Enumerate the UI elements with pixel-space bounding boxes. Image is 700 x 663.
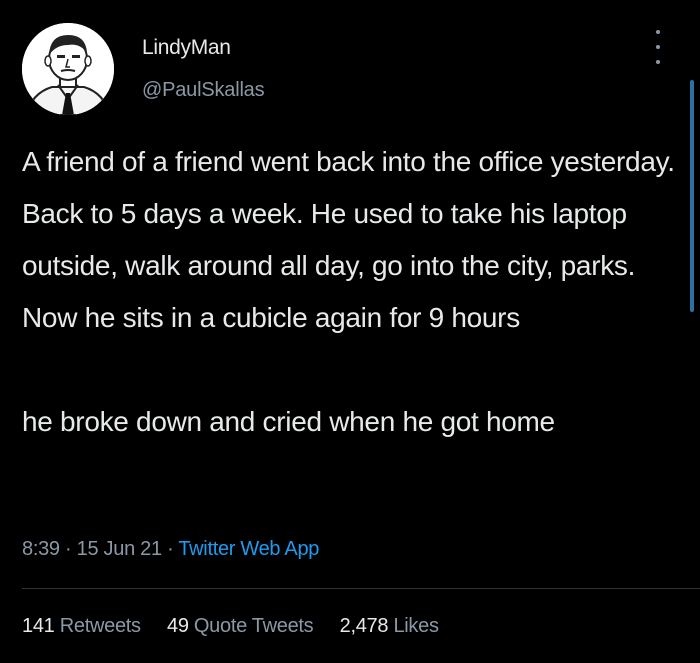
- divider: [22, 588, 700, 589]
- author-display-name[interactable]: LindyMan: [142, 36, 231, 60]
- retweets-stat[interactable]: 141 Retweets: [22, 615, 141, 638]
- tweet-text: A friend of a friend went back into the …: [22, 136, 682, 448]
- quote-tweets-count: 49: [167, 615, 189, 637]
- quote-tweets-stat[interactable]: 49 Quote Tweets: [167, 615, 314, 638]
- tweet-metadata: 8:39 · 15 Jun 21 · Twitter Web App: [22, 538, 319, 561]
- more-horizontal-icon: [656, 30, 660, 34]
- author-handle[interactable]: @PaulSkallas: [142, 79, 265, 102]
- retweets-label: Retweets: [59, 615, 141, 637]
- quote-tweets-label: Quote Tweets: [193, 615, 314, 637]
- scrollbar-thumb[interactable]: [690, 80, 694, 312]
- meta-separator: ·: [167, 538, 174, 560]
- likes-stat[interactable]: 2,478 Likes: [340, 615, 439, 638]
- likes-count: 2,478: [339, 615, 389, 637]
- retweets-count: 141: [22, 615, 55, 637]
- tweet-stats: 141 Retweets 49 Quote Tweets 2,478 Likes: [22, 615, 460, 638]
- tweet-time[interactable]: 8:39: [22, 538, 60, 560]
- tweet-paragraph: he broke down and cried when he got home: [22, 406, 555, 437]
- meta-separator: ·: [65, 538, 72, 560]
- more-options-button[interactable]: [648, 30, 668, 64]
- cartoon-man-avatar-icon: [22, 23, 114, 115]
- avatar[interactable]: [22, 23, 114, 115]
- tweet-date[interactable]: 15 Jun 21: [77, 538, 162, 560]
- likes-label: Likes: [393, 615, 439, 637]
- tweet-source-link[interactable]: Twitter Web App: [178, 538, 319, 560]
- tweet-paragraph: A friend of a friend went back into the …: [22, 146, 675, 333]
